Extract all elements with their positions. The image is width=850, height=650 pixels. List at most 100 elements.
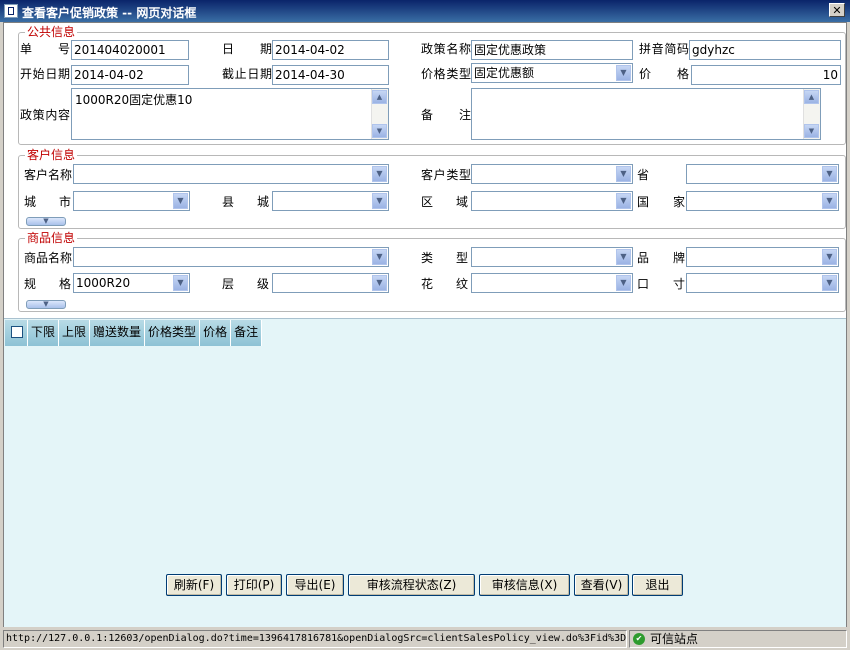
- price-type-select[interactable]: 固定优惠额 ▼: [471, 63, 633, 83]
- customer-collapse-toggle[interactable]: ▼: [26, 217, 66, 226]
- status-url: http://127.0.0.1:12603/openDialog.do?tim…: [3, 630, 627, 648]
- start-date-field[interactable]: 2014-04-02: [71, 65, 189, 85]
- brand-select[interactable]: ▼: [686, 247, 839, 267]
- view-button[interactable]: 查看(V): [574, 574, 629, 596]
- column-header-remark[interactable]: 备注: [231, 320, 263, 346]
- chevron-down-icon: ▼: [43, 217, 49, 225]
- chevron-down-icon[interactable]: ▼: [372, 275, 387, 291]
- province-label: 省: [637, 168, 650, 182]
- customer-name-select[interactable]: ▼: [73, 164, 389, 184]
- province-select[interactable]: ▼: [686, 164, 839, 184]
- product-name-select[interactable]: ▼: [73, 247, 389, 267]
- refresh-button[interactable]: 刷新(F): [166, 574, 222, 596]
- caliber-label: 口寸: [637, 277, 685, 291]
- public-info-legend: 公共信息: [27, 25, 76, 39]
- country-label: 国家: [637, 195, 685, 209]
- product-info-group: 商品信息: [18, 232, 846, 312]
- county-label: 县城: [222, 195, 269, 209]
- policy-name-field[interactable]: 固定优惠政策: [471, 40, 633, 60]
- dialog-icon: [4, 4, 18, 18]
- scroll-down-icon[interactable]: ▼: [372, 124, 387, 138]
- select-all-checkbox[interactable]: [11, 326, 23, 338]
- chevron-down-icon[interactable]: ▼: [616, 166, 631, 182]
- pattern-select[interactable]: ▼: [471, 273, 633, 293]
- product-collapse-toggle[interactable]: ▼: [26, 300, 66, 309]
- close-button[interactable]: ✕: [829, 3, 845, 17]
- chevron-down-icon[interactable]: ▼: [822, 249, 837, 265]
- customer-name-label: 客户名称: [24, 168, 73, 182]
- chevron-down-icon[interactable]: ▼: [372, 249, 387, 265]
- level-select[interactable]: ▼: [272, 273, 389, 293]
- product-info-legend: 商品信息: [27, 231, 76, 245]
- pattern-label: 花纹: [421, 277, 468, 291]
- exit-button[interactable]: 退出: [632, 574, 683, 596]
- checkmark-icon: ✔: [633, 633, 645, 645]
- policy-content-textarea[interactable]: 1000R20固定优惠10 ▲ ▼: [71, 88, 389, 140]
- trust-zone-label: 可信站点: [650, 632, 699, 646]
- end-date-field[interactable]: 2014-04-30: [272, 65, 389, 85]
- chevron-down-icon: ▼: [43, 300, 49, 308]
- brand-label: 品牌: [637, 251, 685, 265]
- column-header-upper[interactable]: 上限: [59, 320, 91, 346]
- flow-status-button[interactable]: 审核流程状态(Z): [348, 574, 475, 596]
- column-header-lower[interactable]: 下限: [28, 320, 60, 346]
- select-all-cell: [5, 320, 28, 346]
- title-bar: 查看客户促销政策 -- 网页对话框 ✕: [0, 0, 850, 22]
- customer-type-label: 客户类型: [421, 168, 471, 182]
- chevron-down-icon[interactable]: ▼: [173, 193, 188, 209]
- customer-info-legend: 客户信息: [27, 148, 76, 162]
- chevron-down-icon[interactable]: ▼: [372, 166, 387, 182]
- chevron-down-icon[interactable]: ▼: [616, 249, 631, 265]
- trust-zone: ✔ 可信站点: [629, 630, 847, 648]
- chevron-down-icon[interactable]: ▼: [372, 193, 387, 209]
- column-header-price-type[interactable]: 价格类型: [145, 320, 201, 346]
- scroll-down-icon[interactable]: ▼: [804, 124, 819, 138]
- policy-name-label: 政策名称: [421, 42, 471, 56]
- policy-content-scrollbar[interactable]: ▲ ▼: [371, 89, 388, 139]
- order-no-field[interactable]: 201404020001: [71, 40, 189, 60]
- chevron-down-icon[interactable]: ▼: [616, 275, 631, 291]
- print-button[interactable]: 打印(P): [226, 574, 282, 596]
- country-select[interactable]: ▼: [686, 191, 839, 211]
- level-label: 层级: [222, 277, 269, 291]
- order-no-label: 单号: [20, 42, 70, 56]
- date-field[interactable]: 2014-04-02: [272, 40, 389, 60]
- spec-value: 1000R20: [76, 276, 131, 290]
- remark-textarea[interactable]: ▲ ▼: [471, 88, 821, 140]
- window-title: 查看客户促销政策 -- 网页对话框: [22, 6, 197, 20]
- column-header-price[interactable]: 价格: [200, 320, 232, 346]
- date-label: 日期: [222, 42, 272, 56]
- chevron-down-icon[interactable]: ▼: [616, 65, 631, 81]
- start-date-label: 开始日期: [20, 67, 70, 81]
- end-date-label: 截止日期: [222, 67, 272, 81]
- price-type-value: 固定优惠额: [474, 66, 535, 80]
- county-select[interactable]: ▼: [272, 191, 389, 211]
- chevron-down-icon[interactable]: ▼: [616, 193, 631, 209]
- chevron-down-icon[interactable]: ▼: [173, 275, 188, 291]
- price-label: 价格: [639, 67, 689, 81]
- city-label: 城市: [24, 195, 71, 209]
- column-header-gift-qty[interactable]: 赠送数量: [90, 320, 146, 346]
- remark-scrollbar[interactable]: ▲ ▼: [803, 89, 820, 139]
- price-type-label: 价格类型: [421, 67, 471, 81]
- caliber-select[interactable]: ▼: [686, 273, 839, 293]
- remark-label: 备注: [421, 108, 471, 122]
- district-select[interactable]: ▼: [471, 191, 633, 211]
- chevron-down-icon[interactable]: ▼: [822, 193, 837, 209]
- price-field[interactable]: 10: [691, 65, 841, 85]
- pinyin-label: 拼音简码: [639, 42, 689, 56]
- audit-info-button[interactable]: 审核信息(X): [479, 574, 570, 596]
- chevron-down-icon[interactable]: ▼: [822, 275, 837, 291]
- spec-select[interactable]: 1000R20 ▼: [73, 273, 190, 293]
- chevron-down-icon[interactable]: ▼: [822, 166, 837, 182]
- category-select[interactable]: ▼: [471, 247, 633, 267]
- pinyin-field[interactable]: gdyhzc: [689, 40, 841, 60]
- city-select[interactable]: ▼: [73, 191, 190, 211]
- customer-type-select[interactable]: ▼: [471, 164, 633, 184]
- scroll-up-icon[interactable]: ▲: [804, 90, 819, 104]
- status-bar: http://127.0.0.1:12603/openDialog.do?tim…: [0, 628, 850, 650]
- button-bar: 刷新(F) 打印(P) 导出(E) 审核流程状态(Z) 审核信息(X) 查看(V…: [0, 574, 850, 598]
- policy-content-text: 1000R20固定优惠10: [75, 93, 193, 107]
- scroll-up-icon[interactable]: ▲: [372, 90, 387, 104]
- export-button[interactable]: 导出(E): [286, 574, 344, 596]
